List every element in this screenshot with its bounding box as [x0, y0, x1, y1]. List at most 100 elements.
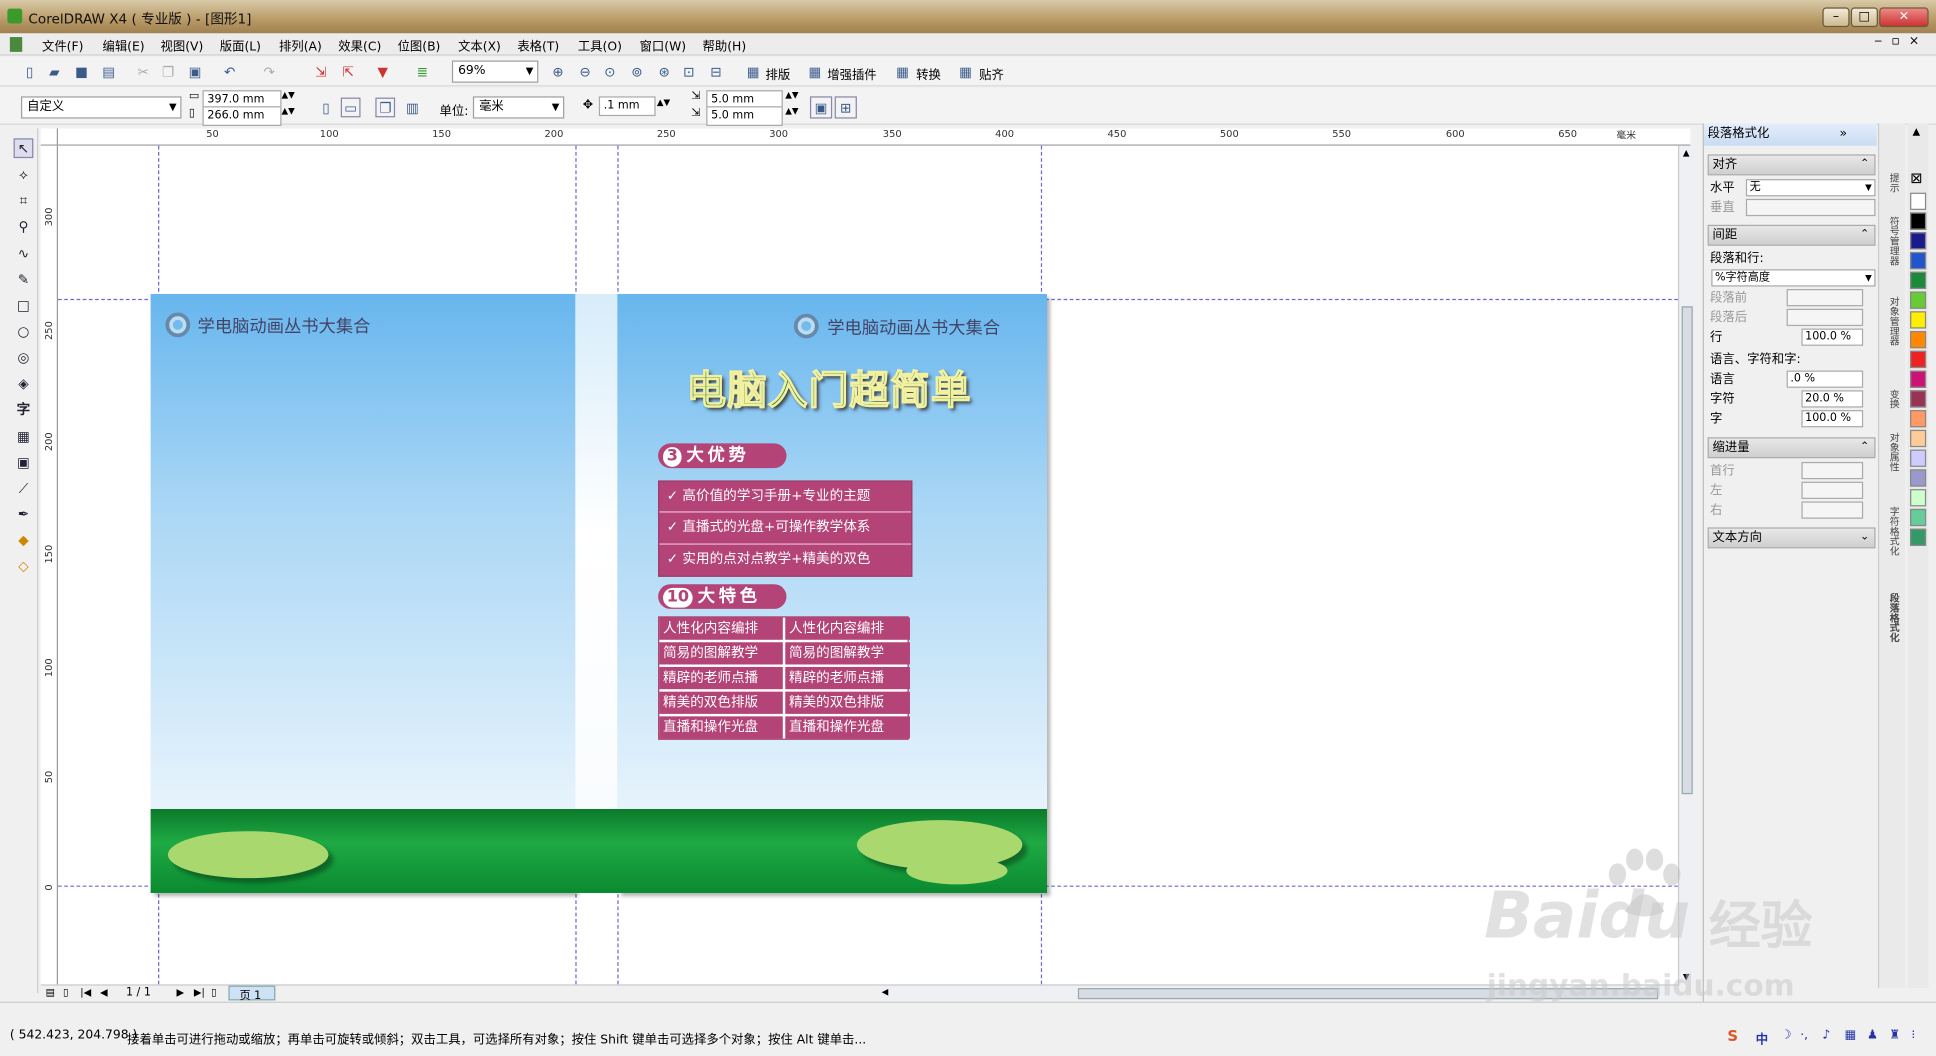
doc-close-icon[interactable]: ×	[1909, 35, 1919, 49]
height-spinner-icon[interactable]: ▲▼	[282, 106, 295, 116]
ime-grid-icon[interactable]: ⁝	[1911, 1029, 1915, 1043]
open-icon[interactable]: ▰	[44, 62, 64, 82]
plugin-convert[interactable]: 转换	[916, 64, 941, 83]
redo-icon[interactable]: ↷	[259, 62, 279, 82]
page-tab-1[interactable]: 页 1	[228, 985, 276, 1003]
tab-character-format[interactable]: 字符格式化	[1884, 506, 1901, 555]
tab-symbol-manager[interactable]: 符号管理器	[1884, 216, 1901, 265]
left-indent-field[interactable]	[1801, 481, 1864, 499]
zoom-width-icon[interactable]: ⊡	[679, 62, 699, 82]
import-icon[interactable]: ⇲	[311, 62, 331, 82]
dup-y-spinner-icon[interactable]: ▲▼	[785, 106, 798, 116]
series-title-back[interactable]: 学电脑动画丛书大集合	[198, 314, 371, 339]
before-field[interactable]	[1786, 289, 1864, 307]
palette-swatch[interactable]	[1910, 449, 1927, 467]
spine-panel[interactable]	[575, 293, 618, 893]
vertical-scroll-thumb[interactable]	[1681, 306, 1693, 795]
tab-object-manager[interactable]: 对象管理器	[1884, 296, 1901, 345]
outline-tool-icon[interactable]: ✒	[14, 505, 34, 525]
all-pages-icon[interactable]: ❐	[375, 97, 396, 118]
snap-to-page-icon[interactable]: ⊞	[834, 96, 857, 119]
zoom-all-icon[interactable]: ⊚	[627, 62, 647, 82]
export-icon[interactable]: ⇱	[338, 62, 358, 82]
menu-help[interactable]: 帮助(H)	[703, 36, 747, 55]
scroll-up-icon[interactable]: ▲	[1683, 148, 1690, 158]
right-indent-field[interactable]	[1801, 501, 1864, 519]
rectangle-tool-icon[interactable]: □	[14, 296, 34, 316]
palette-swatch[interactable]	[1910, 251, 1927, 270]
maximize-button[interactable]: □	[1850, 7, 1878, 28]
last-page-icon[interactable]: ▶|	[194, 987, 205, 998]
current-page-icon[interactable]: ▥	[403, 98, 423, 118]
features-heading[interactable]: 10 大特色	[658, 584, 787, 609]
ime-moon-icon[interactable]: ☽	[1780, 1029, 1791, 1043]
tab-hints[interactable]: 提示	[1884, 173, 1901, 193]
palette-swatch[interactable]	[1910, 528, 1927, 546]
menu-effects[interactable]: 效果(C)	[338, 36, 381, 55]
menu-table[interactable]: 表格(T)	[517, 36, 559, 55]
interactive-fill-icon[interactable]: ◇	[14, 557, 34, 577]
palette-swatch[interactable]	[1910, 410, 1927, 428]
basic-shapes-icon[interactable]: ◈	[14, 374, 34, 394]
cut-icon[interactable]: ✂	[133, 62, 153, 82]
menu-view[interactable]: 视图(V)	[161, 36, 204, 55]
text-direction-section[interactable]: 文本方向 ⌄	[1707, 527, 1876, 549]
zoom-out-icon[interactable]: ⊖	[575, 62, 595, 82]
palette-swatch[interactable]	[1910, 232, 1927, 250]
zoom-height-icon[interactable]: ⊟	[706, 62, 726, 82]
menu-bitmaps[interactable]: 位图(B)	[398, 36, 441, 55]
docker-expand-icon[interactable]: »	[1840, 124, 1848, 146]
first-line-field[interactable]	[1801, 461, 1864, 480]
table-tool-icon[interactable]: ▦	[14, 427, 34, 447]
palette-swatch[interactable]	[1910, 429, 1927, 448]
ime-keyboard-icon[interactable]: ▦	[1845, 1029, 1857, 1043]
palette-swatch[interactable]	[1910, 489, 1927, 507]
doc-restore-icon[interactable]: ▫	[1892, 35, 1900, 49]
back-cover-panel[interactable]	[150, 293, 576, 893]
minimize-button[interactable]: –	[1822, 7, 1850, 28]
text-tool-icon[interactable]: 字	[14, 400, 34, 420]
treat-as-filled-icon[interactable]: ▣	[809, 96, 833, 119]
save-icon[interactable]: ■	[72, 62, 92, 82]
char-field[interactable]: 20.0 %	[1801, 390, 1864, 408]
series-title-front[interactable]: 学电脑动画丛书大集合	[827, 315, 1000, 340]
zoom-selected-icon[interactable]: ⊙	[600, 62, 620, 82]
features-table[interactable]: 人性化内容编排 人性化内容编排 简易的图解教学 简易的图解教学 精辟的老师点播 精辟的…	[658, 616, 910, 740]
swirl-logo-icon[interactable]	[793, 313, 819, 339]
menu-tools[interactable]: 工具(O)	[578, 36, 622, 55]
sogou-ime-icon[interactable]: S	[1727, 1028, 1738, 1045]
add-page-after-icon[interactable]: ▯	[211, 987, 216, 998]
new-icon[interactable]: ▯	[20, 62, 40, 82]
bush-ellipse[interactable]	[167, 831, 329, 879]
line-field[interactable]: 100.0 %	[1801, 328, 1864, 346]
tab-paragraph-format[interactable]: 段落格式化	[1884, 593, 1901, 642]
interactive-blend-icon[interactable]: ▣	[14, 453, 34, 473]
ellipse-tool-icon[interactable]: ○	[14, 322, 34, 342]
swirl-logo-icon[interactable]	[165, 312, 191, 338]
paste-icon[interactable]: ▣	[185, 62, 205, 82]
palette-swatch[interactable]	[1910, 291, 1927, 309]
cover-main-title[interactable]: 电脑入门超简单	[686, 359, 971, 416]
eyedropper-icon[interactable]: ⟋	[14, 479, 34, 499]
plugin-snap[interactable]: 贴齐	[979, 64, 1004, 83]
add-page-before-icon[interactable]: ▯	[63, 987, 68, 998]
menu-arrange[interactable]: 排列(A)	[279, 36, 322, 55]
welcome-icon[interactable]: ≣	[412, 62, 432, 82]
language-field[interactable]: .0 %	[1786, 370, 1864, 388]
plugin-enhance[interactable]: 增强插件	[827, 64, 876, 83]
freehand-tool-icon[interactable]: ∿	[14, 245, 34, 265]
crop-tool-icon[interactable]: ⌗	[14, 191, 34, 211]
bush-ellipse[interactable]	[906, 857, 1008, 885]
doc-navigator-icon[interactable]: ▤	[46, 987, 55, 998]
width-spinner-icon[interactable]: ▲▼	[282, 90, 295, 100]
app-launcher-icon[interactable]: ▼	[373, 62, 393, 82]
doc-min-icon[interactable]: ‒	[1874, 35, 1882, 49]
close-button[interactable]: ✕	[1879, 7, 1929, 28]
shape-tool-icon[interactable]: ⟡	[14, 166, 34, 186]
duplicate-y-field[interactable]: 5.0 mm	[706, 106, 783, 126]
print-icon[interactable]: ▤	[99, 62, 119, 82]
palette-swatch[interactable]	[1910, 311, 1927, 329]
plugin-typeset[interactable]: 排版	[766, 64, 791, 83]
ime-mic-icon[interactable]: ♪	[1822, 1029, 1830, 1043]
palette-swatch[interactable]	[1910, 469, 1927, 487]
